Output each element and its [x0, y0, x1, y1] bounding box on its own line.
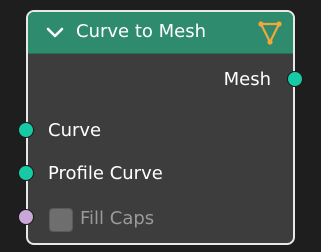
input-label-profile-curve: Profile Curve	[48, 163, 163, 184]
output-label-mesh: Mesh	[223, 69, 271, 90]
curve-input-socket[interactable]	[18, 122, 34, 138]
input-label-fill-caps: Fill Caps	[80, 208, 155, 229]
curve-to-mesh-node[interactable]: Curve to Mesh Mesh Curve Profile Curve F…	[26, 10, 295, 245]
node-header[interactable]: Curve to Mesh	[28, 12, 293, 54]
input-label-curve: Curve	[48, 120, 102, 141]
geometry-node-icon	[258, 21, 282, 45]
profile-curve-input-socket[interactable]	[18, 165, 34, 181]
chevron-down-icon[interactable]	[46, 26, 64, 40]
fill-caps-input-socket[interactable]	[18, 209, 34, 225]
fill-caps-checkbox[interactable]	[49, 208, 73, 232]
node-editor-canvas[interactable]: Curve to Mesh Mesh Curve Profile Curve F…	[0, 0, 321, 252]
node-title: Curve to Mesh	[76, 21, 207, 42]
mesh-output-socket[interactable]	[287, 71, 303, 87]
